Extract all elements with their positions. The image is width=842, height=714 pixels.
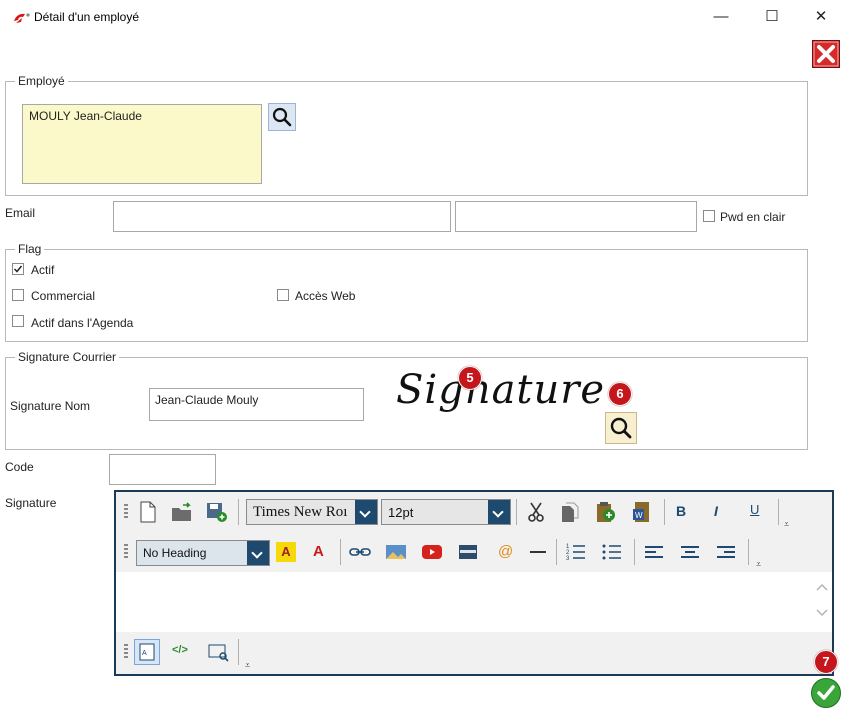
signature-nom-field[interactable]: Jean-Claude Mouly bbox=[149, 388, 364, 421]
code-field[interactable] bbox=[109, 454, 216, 485]
validate-button[interactable] bbox=[811, 678, 841, 708]
signature-nom-label: Signature Nom bbox=[10, 399, 91, 413]
chevron-down-icon bbox=[247, 541, 269, 565]
preview-icon[interactable] bbox=[206, 640, 230, 664]
cut-icon[interactable] bbox=[524, 500, 548, 524]
signature-editor: Times New Roı 12pt W B I U ⩡ No Heading … bbox=[114, 490, 834, 676]
open-folder-icon[interactable] bbox=[170, 500, 194, 524]
font-family-select[interactable]: Times New Roı bbox=[246, 499, 378, 525]
editor-toolbar-2: No Heading A A @ 123 ⩡ bbox=[116, 532, 832, 572]
image-icon[interactable] bbox=[384, 540, 408, 564]
align-center-icon[interactable] bbox=[678, 540, 702, 564]
align-left-icon[interactable] bbox=[642, 540, 666, 564]
table-icon[interactable] bbox=[456, 540, 480, 564]
video-icon[interactable] bbox=[420, 540, 444, 564]
employee-name-value: MOULY Jean-Claude bbox=[29, 109, 142, 123]
svg-text:W: W bbox=[635, 511, 643, 520]
heading-select[interactable]: No Heading bbox=[136, 540, 270, 566]
editor-mode-toolbar: A </> ⩡ bbox=[116, 632, 832, 674]
copy-icon[interactable] bbox=[558, 500, 582, 524]
paste-icon[interactable] bbox=[594, 500, 618, 524]
annotation-badge-6: 6 bbox=[608, 382, 632, 406]
actif-label: Actif bbox=[31, 263, 55, 277]
chevron-down-icon bbox=[488, 500, 510, 524]
signature-label: Signature bbox=[5, 496, 57, 510]
minimize-button[interactable]: — bbox=[706, 6, 736, 28]
design-mode-button[interactable]: A bbox=[134, 639, 160, 665]
save-icon[interactable] bbox=[204, 500, 228, 524]
acces-web-label: Accès Web bbox=[295, 289, 356, 303]
paste-word-icon[interactable]: W bbox=[630, 500, 654, 524]
bullet-list-icon[interactable] bbox=[600, 540, 624, 564]
toolbar-overflow-icon[interactable]: ⩡ bbox=[245, 660, 250, 671]
checkmark-icon bbox=[13, 265, 23, 273]
window-title: Détail d'un employé bbox=[34, 10, 140, 24]
password-field[interactable] bbox=[455, 201, 697, 232]
highlight-color-button[interactable]: A bbox=[276, 542, 296, 562]
svg-text:A: A bbox=[142, 650, 147, 657]
toolbar-grip[interactable] bbox=[124, 644, 128, 660]
signature-search-button[interactable] bbox=[605, 412, 637, 444]
toolbar-grip[interactable] bbox=[124, 504, 128, 520]
search-icon bbox=[272, 107, 292, 127]
flag-legend: Flag bbox=[15, 242, 45, 256]
font-color-button[interactable]: A bbox=[313, 543, 324, 560]
acces-web-checkbox[interactable] bbox=[277, 289, 289, 301]
employee-name-field[interactable]: MOULY Jean-Claude bbox=[22, 104, 262, 184]
annotation-badge-5: 5 bbox=[458, 366, 482, 390]
design-view-icon: A bbox=[139, 643, 155, 661]
actif-checkbox[interactable] bbox=[12, 263, 24, 275]
commercial-label: Commercial bbox=[31, 289, 96, 303]
search-icon bbox=[610, 417, 632, 439]
underline-button[interactable]: U bbox=[750, 502, 759, 517]
pwd-clear-label: Pwd en clair bbox=[720, 210, 786, 224]
toolbar-overflow-icon[interactable]: ⩡ bbox=[784, 519, 789, 530]
agenda-checkbox[interactable] bbox=[12, 315, 24, 327]
horizontal-rule-icon[interactable] bbox=[526, 540, 550, 564]
cancel-button[interactable] bbox=[812, 40, 840, 68]
close-icon bbox=[813, 41, 839, 67]
editor-toolbar-1: Times New Roı 12pt W B I U ⩡ bbox=[116, 492, 832, 532]
email-label: Email bbox=[5, 206, 36, 220]
code-label: Code bbox=[5, 460, 34, 474]
toolbar-grip[interactable] bbox=[124, 544, 128, 560]
signature-nom-value: Jean-Claude Mouly bbox=[155, 393, 259, 407]
editor-content-area[interactable] bbox=[116, 572, 812, 632]
close-window-button[interactable]: ✕ bbox=[806, 6, 836, 28]
align-right-icon[interactable] bbox=[714, 540, 738, 564]
agenda-label: Actif dans l'Agenda bbox=[31, 316, 134, 330]
toolbar-overflow-icon[interactable]: ⩡ bbox=[756, 559, 761, 570]
checkmark-icon bbox=[817, 685, 835, 700]
html-mode-button[interactable]: </> bbox=[172, 644, 188, 656]
signature-courrier-legend: Signature Courrier bbox=[15, 350, 120, 364]
employe-legend: Employé bbox=[15, 74, 68, 88]
italic-button[interactable]: I bbox=[714, 503, 718, 519]
annotation-badge-7: 7 bbox=[814, 650, 838, 674]
email-link-button[interactable]: @ bbox=[498, 543, 513, 560]
title-bar: Détail d'un employé — ☐ ✕ bbox=[0, 0, 842, 34]
email-field[interactable] bbox=[113, 201, 451, 232]
scroll-arrows-icon bbox=[816, 584, 828, 616]
numbered-list-icon[interactable]: 123 bbox=[564, 540, 588, 564]
signature-image: Signature bbox=[396, 367, 606, 413]
chevron-down-icon bbox=[355, 500, 377, 524]
employee-search-button[interactable] bbox=[268, 103, 296, 131]
new-document-icon[interactable] bbox=[136, 500, 160, 524]
pwd-clear-checkbox[interactable] bbox=[703, 210, 715, 222]
maximize-button[interactable]: ☐ bbox=[757, 6, 787, 28]
bold-button[interactable]: B bbox=[676, 503, 686, 519]
link-icon[interactable] bbox=[348, 540, 372, 564]
editor-scrollbar[interactable] bbox=[812, 572, 832, 632]
svg-text:3: 3 bbox=[566, 556, 570, 562]
font-size-select[interactable]: 12pt bbox=[381, 499, 511, 525]
app-logo-icon bbox=[14, 13, 30, 23]
commercial-checkbox[interactable] bbox=[12, 289, 24, 301]
